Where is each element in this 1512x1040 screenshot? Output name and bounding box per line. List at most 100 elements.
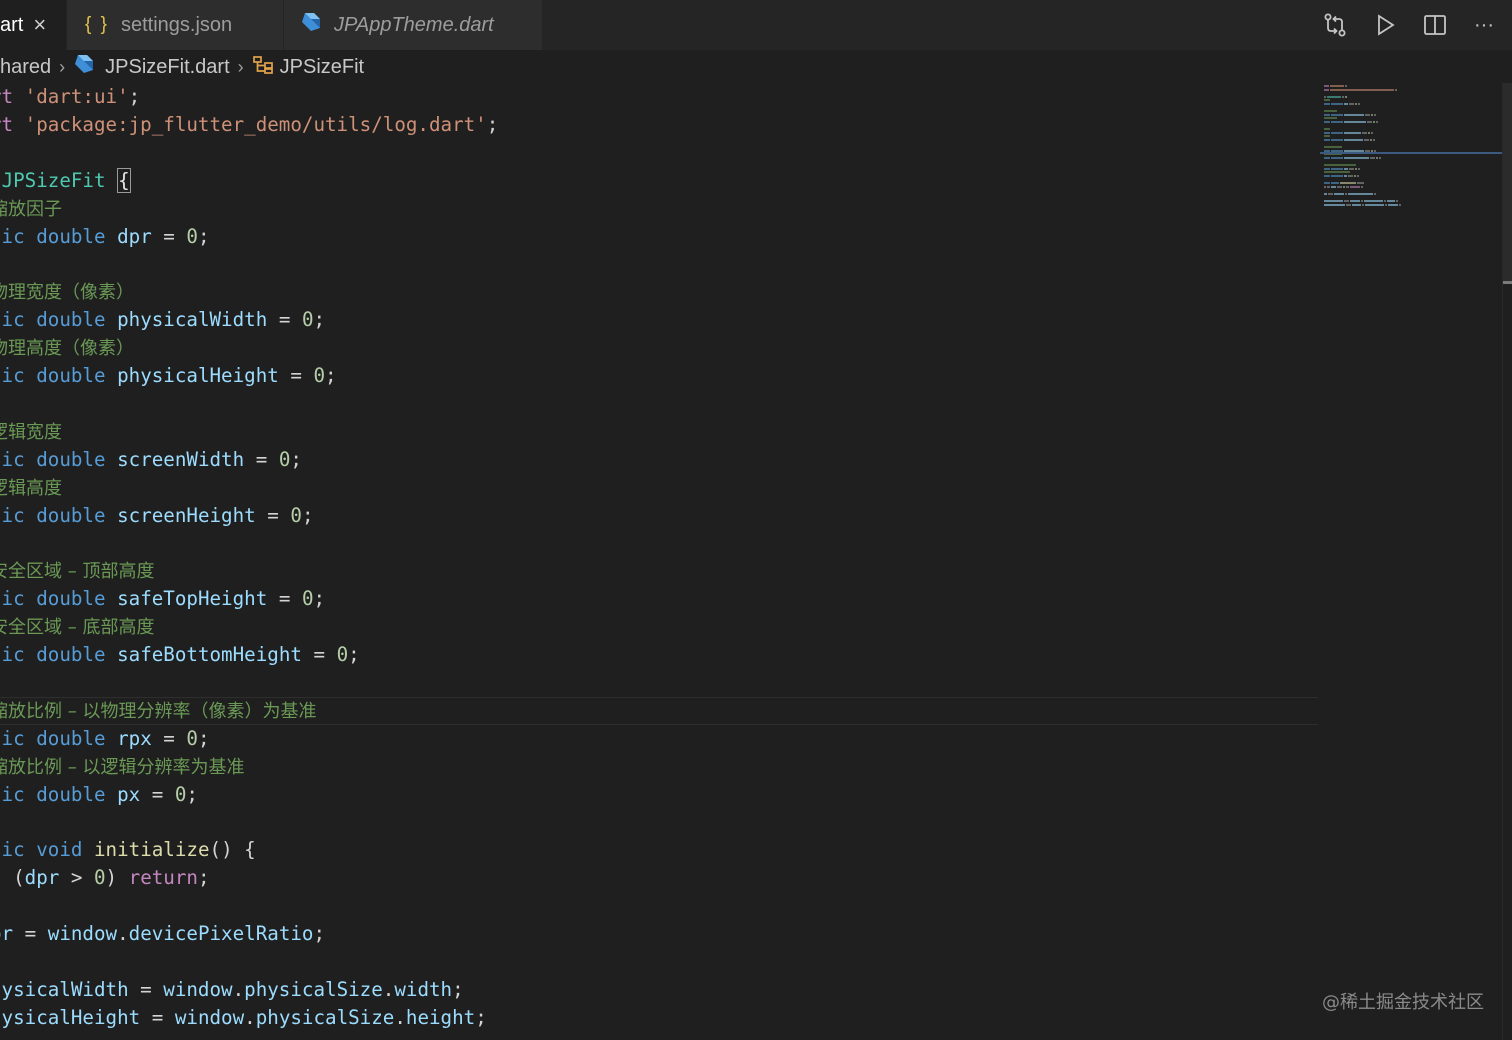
- tab-jpsizefit[interactable]: art ×: [0, 0, 66, 50]
- minimap-token: [1358, 167, 1361, 170]
- minimap-token: [1360, 200, 1363, 203]
- code-token: 0: [290, 503, 302, 527]
- minimap-token: [1345, 95, 1348, 98]
- code-line[interactable]: 缩放比例 – 以物理分辨率（像素）为基准: [0, 697, 316, 725]
- minimap-token: [1324, 139, 1331, 141]
- minimap-token: [1355, 167, 1358, 170]
- minimap-token: [1358, 103, 1361, 105]
- chevron-right-icon: ›: [237, 56, 244, 77]
- code-line[interactable]: tic double dpr = 0;: [0, 223, 210, 251]
- code-line[interactable]: tic double px = 0;: [0, 781, 198, 809]
- code-line[interactable]: rt 'package:jp_flutter_demo/utils/log.da…: [0, 111, 498, 139]
- minimap-token: [1394, 88, 1397, 91]
- minimap-token: [1365, 203, 1385, 206]
- minimap-token: [1388, 203, 1398, 206]
- code-line[interactable]: rt 'dart:ui';: [0, 83, 140, 111]
- editor-window: art × { } settings.json JPAppTheme.dart …: [0, 0, 1512, 1040]
- minimap-token: [1324, 200, 1344, 203]
- code-line[interactable]: 缩放比例 – 以逻辑分辨率为基准: [0, 753, 244, 781]
- code-token: ;: [475, 1005, 487, 1029]
- code-token: =: [140, 782, 175, 806]
- code-token: =: [267, 587, 302, 611]
- minimap-token: [1360, 185, 1363, 188]
- minimap-token: [1324, 85, 1329, 87]
- code-token: {: [117, 167, 131, 193]
- code-token: tic: [0, 447, 25, 471]
- code-line[interactable]: tic double screenHeight = 0;: [0, 502, 314, 530]
- code-line[interactable]: tic double safeBottomHeight = 0;: [0, 641, 360, 669]
- code-token: pr: [0, 922, 14, 945]
- tab-label: JPAppTheme.dart: [334, 13, 494, 36]
- code-line[interactable]: tic double safeTopHeight = 0;: [0, 585, 325, 613]
- close-icon[interactable]: ×: [33, 12, 46, 38]
- code-token: =: [13, 922, 48, 945]
- code-token: hysicalHeight: [0, 1005, 141, 1029]
- code-line[interactable]: tic double screenWidth = 0;: [0, 446, 302, 474]
- code-token: () {: [209, 838, 256, 862]
- minimap-token: [1362, 131, 1367, 134]
- breadcrumb-file[interactable]: JPSizeFit.dart: [105, 56, 229, 79]
- minimap-token: [1343, 121, 1366, 123]
- minimap-token: [1324, 203, 1345, 206]
- minimap-token: [1329, 88, 1394, 91]
- code-line[interactable]: f (dpr > 0) return;: [0, 864, 210, 892]
- code-token: screenHeight: [117, 503, 256, 527]
- minimap-token: [1331, 103, 1343, 105]
- tab-label: art: [0, 13, 24, 36]
- code-token: screenWidth: [117, 447, 245, 471]
- minimap[interactable]: [1320, 83, 1500, 323]
- scrollbar-thumb[interactable]: [1503, 83, 1512, 281]
- code-token: .: [232, 977, 245, 1001]
- more-actions-icon[interactable]: ···: [1468, 9, 1500, 41]
- code-line[interactable]: tic double physicalHeight = 0;: [0, 362, 337, 390]
- code-line[interactable]: 物理宽度（像素）: [0, 278, 134, 306]
- class-symbol-icon: [252, 55, 274, 80]
- code-token: 0: [93, 866, 106, 890]
- tab-settings-json[interactable]: { } settings.json: [67, 0, 283, 50]
- code-line[interactable]: 逻辑宽度: [0, 418, 62, 446]
- minimap-token: [1353, 175, 1356, 177]
- code-token: 0: [174, 782, 187, 806]
- git-compare-icon[interactable]: [1319, 9, 1351, 41]
- minimap-token: [1372, 139, 1375, 141]
- code-line[interactable]: hysicalWidth = window.physicalSize.width…: [0, 976, 464, 1004]
- code-token: safeTopHeight: [117, 587, 268, 611]
- code-line[interactable]: 缩放因子: [0, 195, 62, 223]
- code-line[interactable]: tic double rpx = 0;: [0, 725, 210, 753]
- minimap-token: [1395, 200, 1398, 203]
- code-token: double: [36, 447, 118, 471]
- code-token: initialize: [93, 838, 210, 862]
- code-line[interactable]: tic void initialize() {: [0, 836, 256, 864]
- code-token: double: [36, 726, 118, 750]
- code-line[interactable]: hysicalHeight = window.physicalSize.heig…: [0, 1004, 487, 1032]
- code-token: double: [36, 643, 118, 666]
- code-token: .: [382, 977, 395, 1001]
- breadcrumb-symbol[interactable]: JPSizeFit: [280, 56, 364, 79]
- minimap-token: [1331, 175, 1343, 177]
- minimap-token: [1345, 85, 1348, 87]
- code-comment: 缩放比例 – 以物理分辨率（像素）为基准: [0, 700, 317, 722]
- chevron-right-icon: ›: [59, 56, 66, 77]
- code-line[interactable]: 物理高度（像素）: [0, 334, 134, 362]
- code-line[interactable]: 安全区域 – 顶部高度: [0, 557, 154, 585]
- code-token: .: [394, 1005, 406, 1029]
- code-line[interactable]: tic double physicalWidth = 0;: [0, 306, 325, 334]
- code-token: tic: [0, 503, 25, 527]
- code-token: ;: [128, 85, 141, 108]
- code-editor[interactable]: rt 'dart:ui';rt 'package:jp_flutter_demo…: [0, 83, 1318, 1040]
- code-token: ;: [197, 866, 210, 890]
- code-token: px: [117, 782, 141, 806]
- code-line[interactable]: 安全区域 – 底部高度: [0, 613, 154, 641]
- run-icon[interactable]: [1369, 9, 1401, 41]
- breadcrumb-folder[interactable]: hared: [0, 56, 51, 79]
- code-line[interactable]: 逻辑高度: [0, 474, 62, 502]
- tab-jpapptheme[interactable]: JPAppTheme.dart: [284, 0, 542, 50]
- minimap-token: [1369, 139, 1372, 141]
- code-line[interactable]: pr = window.devicePixelRatio;: [0, 920, 325, 948]
- code-token: tic: [0, 726, 25, 750]
- split-editor-icon[interactable]: [1419, 9, 1451, 41]
- code-token: physicalHeight: [117, 364, 279, 387]
- code-comment: 缩放比例 – 以逻辑分辨率为基准: [0, 756, 245, 778]
- minimap-token: [1324, 175, 1331, 177]
- code-line[interactable]: JPSizeFit {: [0, 167, 131, 195]
